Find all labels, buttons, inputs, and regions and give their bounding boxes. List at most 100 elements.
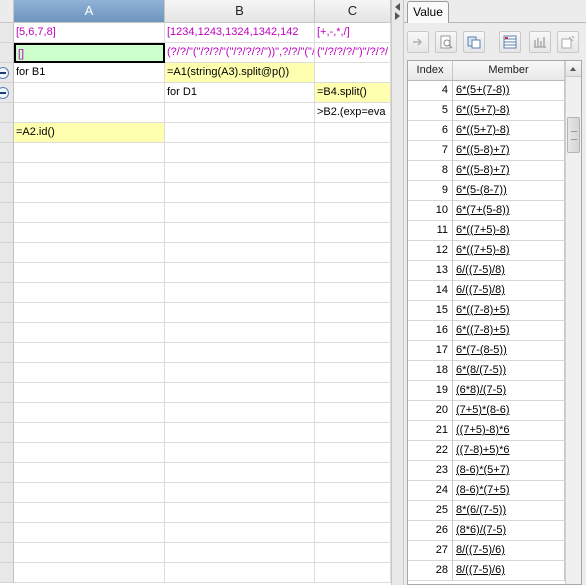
cell-empty[interactable] [315, 463, 391, 483]
zoom-icon[interactable] [435, 31, 457, 53]
cell-empty[interactable] [315, 283, 391, 303]
cell-empty[interactable] [165, 523, 315, 543]
row-member[interactable]: ((7-8)+5)*6 [453, 441, 565, 461]
row-member[interactable]: (8-6)*(7+5) [453, 481, 565, 501]
cell-empty[interactable] [315, 363, 391, 383]
row-header[interactable] [0, 143, 14, 163]
cell-empty[interactable] [14, 503, 165, 523]
row-header[interactable] [0, 283, 14, 303]
cell-empty[interactable] [165, 343, 315, 363]
row-header[interactable] [0, 523, 14, 543]
table-row[interactable]: 27 8/((7-5)/6) [408, 541, 581, 561]
cell-empty[interactable] [14, 223, 165, 243]
cell-empty[interactable] [315, 263, 391, 283]
cell-empty[interactable] [165, 563, 315, 583]
row-header[interactable] [0, 83, 14, 103]
cell-empty[interactable] [315, 243, 391, 263]
cell-c2[interactable]: ("/?/?/?/")"/?/?/ [315, 43, 391, 63]
row-member[interactable]: 6/((7-5)/8) [453, 281, 565, 301]
cell-c6[interactable] [315, 123, 391, 143]
row-member[interactable]: 6/((7-5)/8) [453, 261, 565, 281]
row-member[interactable]: 8/((7-5)/6) [453, 561, 565, 581]
header-index[interactable]: Index [408, 61, 453, 80]
row-member[interactable]: (7+5)*(8-6) [453, 401, 565, 421]
row-header[interactable] [0, 303, 14, 323]
collapse-icon[interactable] [0, 67, 9, 79]
cell-empty[interactable] [14, 343, 165, 363]
row-member[interactable]: 8/((7-5)/6) [453, 541, 565, 561]
collapse-icon[interactable] [0, 87, 9, 99]
cell-empty[interactable] [165, 143, 315, 163]
table-row[interactable]: 17 6*(7-(8-5)) [408, 341, 581, 361]
row-header[interactable] [0, 123, 14, 143]
cell-empty[interactable] [315, 423, 391, 443]
cell-a5[interactable] [14, 103, 165, 123]
row-member[interactable]: (8-6)*(5+7) [453, 461, 565, 481]
cell-empty[interactable] [14, 543, 165, 563]
cell-empty[interactable] [315, 323, 391, 343]
column-header-b[interactable]: B [165, 0, 315, 23]
cell-empty[interactable] [315, 403, 391, 423]
cell-b4[interactable]: for D1 [165, 83, 315, 103]
row-header[interactable] [0, 343, 14, 363]
cell-c3[interactable] [315, 63, 391, 83]
column-header-a[interactable]: A [14, 0, 165, 23]
cell-a3[interactable]: for B1 [14, 63, 165, 83]
row-header[interactable] [0, 363, 14, 383]
table-row[interactable]: 13 6/((7-5)/8) [408, 261, 581, 281]
cell-empty[interactable] [165, 403, 315, 423]
cell-empty[interactable] [315, 503, 391, 523]
cell-c5[interactable]: >B2.(exp=eva [315, 103, 391, 123]
header-member[interactable]: Member [453, 61, 565, 80]
cell-b5[interactable] [165, 103, 315, 123]
cell-empty[interactable] [315, 383, 391, 403]
cell-empty[interactable] [315, 343, 391, 363]
cell-a6[interactable]: =A2.id() [14, 123, 165, 143]
cell-empty[interactable] [165, 283, 315, 303]
row-header[interactable] [0, 383, 14, 403]
cell-empty[interactable] [165, 363, 315, 383]
row-header[interactable] [0, 243, 14, 263]
row-member[interactable]: ((7+5)-8)*6 [453, 421, 565, 441]
cell-empty[interactable] [315, 303, 391, 323]
cell-empty[interactable] [14, 563, 165, 583]
row-header[interactable] [0, 403, 14, 423]
cell-a4[interactable] [14, 83, 165, 103]
table-row[interactable]: 14 6/((7-5)/8) [408, 281, 581, 301]
row-member[interactable]: 6*((5-8)+7) [453, 161, 565, 181]
cell-a2[interactable]: [] [14, 43, 165, 63]
row-header[interactable] [0, 23, 14, 43]
cell-empty[interactable] [14, 423, 165, 443]
cell-empty[interactable] [14, 283, 165, 303]
cell-empty[interactable] [14, 203, 165, 223]
cell-empty[interactable] [165, 543, 315, 563]
row-header[interactable] [0, 103, 14, 123]
row-member[interactable]: 8*(6/(7-5)) [453, 501, 565, 521]
cell-empty[interactable] [14, 303, 165, 323]
cell-empty[interactable] [165, 323, 315, 343]
cell-empty[interactable] [165, 443, 315, 463]
cell-empty[interactable] [165, 423, 315, 443]
row-member[interactable]: 6*(7-(8-5)) [453, 341, 565, 361]
grid-corner[interactable] [0, 0, 14, 23]
collapse-left-icon[interactable] [395, 3, 400, 11]
table-row[interactable]: 10 6*(7+(5-8)) [408, 201, 581, 221]
table-row[interactable]: 6 6*((5+7)-8) [408, 121, 581, 141]
row-header[interactable] [0, 443, 14, 463]
spreadsheet-grid[interactable]: A B C [5,6,7,8] [1234,1243,1324,1342,142… [0, 0, 391, 585]
row-header[interactable] [0, 203, 14, 223]
table-row[interactable]: 21 ((7+5)-8)*6 [408, 421, 581, 441]
cell-empty[interactable] [315, 223, 391, 243]
cell-empty[interactable] [165, 223, 315, 243]
row-member[interactable]: 6*((5+7)-8) [453, 101, 565, 121]
cell-empty[interactable] [315, 483, 391, 503]
cell-empty[interactable] [14, 183, 165, 203]
table-row[interactable]: 26 (8*6)/(7-5) [408, 521, 581, 541]
table-row[interactable]: 9 6*(5-(8-7)) [408, 181, 581, 201]
row-member[interactable]: 6*((7-8)+5) [453, 321, 565, 341]
vertical-scrollbar[interactable] [565, 61, 581, 584]
row-member[interactable]: 6*((7+5)-8) [453, 241, 565, 261]
row-header[interactable] [0, 63, 14, 83]
row-header[interactable] [0, 543, 14, 563]
cell-empty[interactable] [14, 163, 165, 183]
